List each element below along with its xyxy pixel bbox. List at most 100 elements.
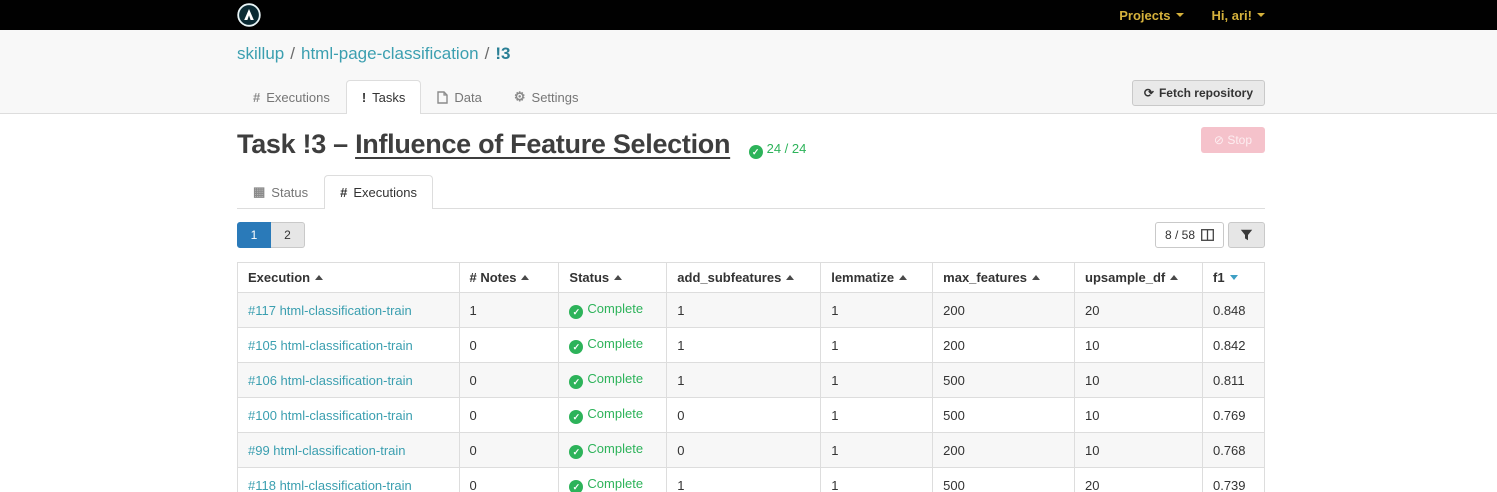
breadcrumb-task-current: !3 [495, 44, 511, 63]
task-tab-status-label: Status [271, 184, 309, 200]
max-features-cell: 500 [932, 397, 1076, 433]
tab-tasks-label: Tasks [372, 89, 406, 105]
sort-asc-icon [899, 275, 908, 280]
projects-menu[interactable]: Projects [1119, 8, 1184, 23]
breadcrumb-project-link[interactable]: html-page-classification [301, 44, 479, 63]
navbar-menu: Projects Hi, ari! [1119, 8, 1265, 23]
execution-link[interactable]: #106 html-classification-train [248, 373, 413, 388]
table-row: #106 html-classification-train 0 Complet… [237, 362, 1266, 398]
task-title-prefix: Task !3 – [237, 129, 356, 159]
f1-cell: 0.842 [1201, 327, 1266, 363]
fetch-repository-button[interactable]: ⟳ Fetch repository [1131, 80, 1265, 106]
column-header-execution[interactable]: Execution [237, 262, 460, 293]
upsample-df-cell: 10 [1074, 362, 1203, 398]
tab-executions-label: Executions [266, 89, 330, 105]
page-button-2[interactable]: 2 [271, 222, 305, 248]
upsample-df-cell: 20 [1074, 292, 1203, 328]
max-features-cell: 500 [932, 362, 1076, 398]
column-header-lemmatize[interactable]: lemmatize [820, 262, 934, 293]
execution-link[interactable]: #105 html-classification-train [248, 338, 413, 353]
tab-settings[interactable]: ⚙ Settings [498, 80, 595, 114]
task-tab-status[interactable]: ▦ Status [237, 175, 324, 209]
app-logo-icon[interactable] [237, 3, 261, 27]
table-row: #99 html-classification-train 0 Complete… [237, 432, 1266, 468]
lemmatize-cell: 1 [820, 362, 934, 398]
add-subfeatures-cell: 0 [666, 397, 822, 433]
execution-link[interactable]: #117 html-classification-train [248, 303, 412, 318]
tab-data-label: Data [454, 89, 482, 105]
column-header-max-features[interactable]: max_features [932, 262, 1076, 293]
execution-link[interactable]: #118 html-classification-train [248, 478, 412, 492]
task-tab-bar: ▦ Status # Executions [237, 175, 1265, 209]
column-header-upsample-df[interactable]: upsample_df [1074, 262, 1203, 293]
upsample-df-cell: 10 [1074, 432, 1203, 468]
f1-cell: 0.768 [1201, 432, 1266, 468]
column-header-f1[interactable]: f1 [1201, 262, 1266, 293]
lemmatize-cell: 1 [820, 432, 934, 468]
status-badge: Complete [569, 301, 643, 319]
tab-executions[interactable]: # Executions [237, 80, 346, 114]
status-check-icon [569, 305, 584, 319]
breadcrumb-separator: / [484, 44, 490, 63]
hash-icon: # [340, 184, 348, 200]
project-tab-bar: # Executions ! Tasks Data ⚙ Settings ⟳ F… [237, 80, 1265, 114]
tab-tasks[interactable]: ! Tasks [345, 80, 422, 114]
project-header: skillup / html-page-classification / !3 # Ex… [0, 30, 1497, 114]
fetch-repository-label: Fetch repository [1158, 86, 1253, 100]
max-features-cell: 200 [932, 292, 1076, 328]
lemmatize-cell: 1 [820, 327, 934, 363]
table-row: #117 html-classification-train 1 Complet… [237, 292, 1266, 328]
stop-icon: ⊘ [1213, 133, 1224, 147]
column-header-notes[interactable]: # Notes [458, 262, 560, 293]
task-title-link[interactable]: Influence of Feature Selection [355, 129, 730, 159]
executions-table: Execution # Notes Status add_subfeatures… [237, 262, 1266, 492]
execution-link[interactable]: #99 html-classification-train [248, 443, 406, 458]
breadcrumb-separator: / [290, 44, 295, 63]
sort-asc-icon [614, 275, 623, 280]
breadcrumb: skillup / html-page-classification / !3 [237, 44, 1265, 64]
stop-button[interactable]: ⊘ Stop [1200, 127, 1265, 153]
tab-data[interactable]: Data [421, 80, 497, 114]
refresh-icon: ⟳ [1143, 86, 1154, 100]
status-check-icon [569, 445, 584, 459]
page-button-1[interactable]: 1 [237, 222, 271, 248]
status-badge: Complete [569, 371, 643, 389]
status-check-icon [569, 340, 584, 354]
sort-asc-icon [1031, 275, 1040, 280]
hash-icon: # [253, 89, 261, 105]
column-count-box[interactable]: 8 / 58 [1154, 222, 1224, 248]
lemmatize-cell: 1 [820, 397, 934, 433]
filter-button[interactable] [1228, 222, 1265, 248]
status-badge: Complete [569, 441, 643, 459]
task-progress: 24 / 24 [748, 141, 807, 159]
table-toolbar: 1 2 8 / 58 [237, 222, 1265, 248]
check-circle-icon [748, 145, 763, 159]
grid-icon: ▦ [253, 184, 266, 199]
exclamation-icon: ! [361, 89, 367, 105]
column-header-add-subfeatures[interactable]: add_subfeatures [666, 262, 822, 293]
execution-link[interactable]: #100 html-classification-train [248, 408, 413, 423]
stop-button-label: Stop [1227, 133, 1252, 147]
add-subfeatures-cell: 0 [666, 432, 822, 468]
f1-cell: 0.769 [1201, 397, 1266, 433]
task-page: Task !3 – Influence of Feature Selection… [237, 114, 1266, 492]
user-menu[interactable]: Hi, ari! [1212, 8, 1265, 23]
visible-columns-count: 8 / 58 [1164, 228, 1195, 242]
gear-icon: ⚙ [513, 89, 526, 104]
tab-settings-label: Settings [531, 89, 579, 105]
file-icon [437, 90, 449, 104]
max-features-cell: 500 [932, 467, 1076, 492]
top-navbar: Projects Hi, ari! [0, 0, 1497, 30]
chevron-down-icon [1175, 13, 1184, 17]
column-header-status[interactable]: Status [558, 262, 668, 293]
lemmatize-cell: 1 [820, 292, 934, 328]
upsample-df-cell: 10 [1074, 327, 1203, 363]
status-check-icon [569, 375, 584, 389]
task-tab-executions[interactable]: # Executions [324, 175, 433, 209]
filter-funnel-icon [1240, 229, 1253, 241]
table-row: #100 html-classification-train 0 Complet… [237, 397, 1266, 433]
sort-asc-icon [521, 275, 530, 280]
max-features-cell: 200 [932, 432, 1076, 468]
task-progress-count: 24 / 24 [766, 141, 807, 156]
breadcrumb-owner-link[interactable]: skillup [237, 44, 284, 63]
